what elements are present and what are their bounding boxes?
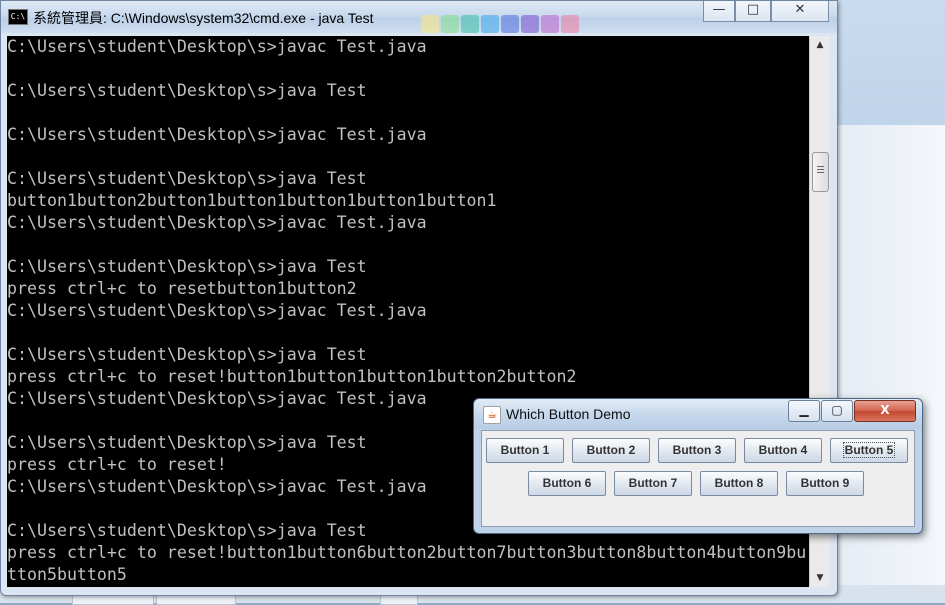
button-9[interactable]: Button 9	[786, 471, 864, 496]
console-line: C:\Users\student\Desktop\s>java Test	[7, 345, 367, 364]
console-line: press ctrl+c to reset!button1button1butt…	[7, 367, 577, 386]
console-line: button1button2button1button1button1butto…	[7, 191, 497, 210]
console-line: tton5button5	[7, 565, 127, 584]
button-7[interactable]: Button 7	[614, 471, 692, 496]
minimize-button[interactable]: —	[703, 1, 735, 22]
which-button-demo-window: ☕ Which Button Demo ▁ ▢ X Button 1 Butto…	[473, 398, 923, 534]
background-color-swatches	[421, 15, 581, 33]
java-cup-icon: ☕	[483, 406, 501, 424]
console-line: C:\Users\student\Desktop\s>java Test	[7, 169, 367, 188]
scroll-up-arrow-icon[interactable]: ▲	[810, 36, 830, 54]
console-icon: C:\	[8, 9, 28, 25]
button-4[interactable]: Button 4	[744, 438, 822, 463]
console-line: C:\Users\student\Desktop\s>javac Test.ja…	[7, 213, 427, 232]
minimize-button[interactable]: ▁	[788, 400, 820, 422]
console-line: C:\Users\student\Desktop\s>javac Test.ja…	[7, 37, 427, 56]
console-line: C:\Users\student\Desktop\s>java Test	[7, 81, 367, 100]
cmd-titlebar[interactable]: C:\ 系統管理員: C:\Windows\system32\cmd.exe -…	[1, 1, 837, 33]
scrollbar-thumb[interactable]	[812, 152, 829, 192]
close-button[interactable]: ✕	[771, 1, 829, 22]
console-line: press ctrl+c to resetbutton1button2	[7, 279, 357, 298]
console-line: C:\Users\student\Desktop\s>javac Test.ja…	[7, 301, 427, 320]
console-line: C:\Users\student\Desktop\s>java Test	[7, 257, 367, 276]
close-button[interactable]: X	[854, 400, 916, 422]
button-8[interactable]: Button 8	[700, 471, 778, 496]
java-window-title: Which Button Demo	[506, 406, 631, 422]
button-1[interactable]: Button 1	[486, 438, 564, 463]
console-line: press ctrl+c to reset!button1button6butt…	[7, 543, 807, 562]
java-titlebar[interactable]: ☕ Which Button Demo ▁ ▢ X	[474, 399, 922, 429]
button-5[interactable]: Button 5	[830, 438, 908, 463]
button-5-label: Button 5	[842, 442, 896, 458]
button-panel: Button 1 Button 2 Button 3 Button 4 Butt…	[481, 430, 915, 527]
button-2[interactable]: Button 2	[572, 438, 650, 463]
button-6[interactable]: Button 6	[528, 471, 606, 496]
maximize-button[interactable]: ▢	[821, 400, 853, 422]
console-line: C:\Users\student\Desktop\s>javac Test.ja…	[7, 125, 427, 144]
maximize-button[interactable]: □	[735, 1, 771, 22]
scroll-down-arrow-icon[interactable]: ▼	[810, 569, 830, 587]
button-3[interactable]: Button 3	[658, 438, 736, 463]
cmd-window-title: 系統管理員: C:\Windows\system32\cmd.exe - jav…	[33, 10, 374, 26]
